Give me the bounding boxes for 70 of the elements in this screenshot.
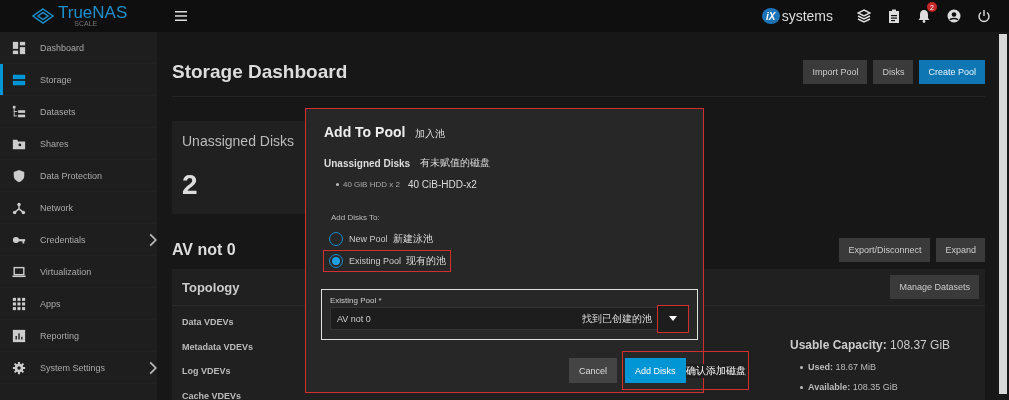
sidebar-item[interactable]: Datasets bbox=[0, 96, 157, 128]
caret-icon bbox=[669, 316, 677, 321]
vdev-label: Log VDEVs bbox=[182, 365, 231, 379]
dashboard-icon bbox=[12, 40, 26, 55]
layers-icon[interactable] bbox=[857, 9, 871, 23]
vdev-label: Cache VDEVs bbox=[182, 389, 242, 400]
card-title: Topology bbox=[182, 279, 240, 295]
radio-option[interactable]: New Pool 新建泳池 bbox=[324, 229, 437, 249]
scrollbar[interactable] bbox=[999, 34, 1007, 394]
disk-label: 40 GiB HDD x 2 bbox=[343, 179, 400, 189]
pool-action-button[interactable]: Export/Disconnect bbox=[839, 238, 931, 262]
sidebar-item[interactable]: Storage bbox=[0, 64, 157, 96]
annotation-note: 有未赋值的磁盘 bbox=[420, 156, 491, 170]
bullet-icon bbox=[336, 182, 339, 186]
annotation-note: 加入池 bbox=[415, 127, 446, 141]
vendor-name: systems bbox=[781, 8, 833, 24]
annotation-note: 新建泳池 bbox=[392, 232, 433, 246]
grid-icon bbox=[12, 296, 26, 311]
field-label: Add Disks To: bbox=[331, 211, 380, 224]
option-label[interactable]: Existing Pool bbox=[349, 256, 402, 266]
sidebar-item[interactable]: Data Protection bbox=[0, 160, 157, 192]
logo-icon bbox=[32, 8, 54, 24]
sidebar-item[interactable]: Credentials bbox=[0, 224, 157, 256]
annotation-note: 找到已创建的池 bbox=[582, 311, 652, 326]
disk-count: 2 bbox=[182, 169, 199, 201]
pool-select[interactable]: AV not 0 找到已创建的池 bbox=[330, 307, 689, 330]
chart-icon bbox=[12, 328, 26, 343]
annotation-note: 现有的池 bbox=[406, 254, 447, 268]
pool-action-button[interactable]: Expand bbox=[936, 238, 985, 262]
laptop-icon bbox=[12, 264, 26, 279]
capacity-detail: Used: 18.67 MiB bbox=[808, 362, 877, 372]
sidebar-item[interactable]: Shares bbox=[0, 128, 157, 160]
option-label[interactable]: New Pool bbox=[349, 234, 388, 244]
page-title: Storage Dashboard bbox=[172, 61, 349, 83]
dialog-title: Add To Pool bbox=[324, 124, 406, 140]
brand-name: TrueNAS bbox=[58, 5, 128, 20]
sidebar-item[interactable]: Virtualization bbox=[0, 256, 157, 288]
settings-icon bbox=[12, 360, 26, 375]
account-icon[interactable] bbox=[947, 9, 961, 23]
power-icon[interactable] bbox=[977, 9, 991, 23]
create-pool-button[interactable]: Create Pool bbox=[919, 60, 985, 84]
pool-name: AV not 0 bbox=[172, 241, 237, 259]
sidebar-item[interactable]: Network bbox=[0, 192, 157, 224]
toolbar-button[interactable]: Disks bbox=[873, 60, 914, 84]
tree-icon bbox=[12, 104, 26, 119]
storage-icon bbox=[12, 72, 26, 87]
shield-icon bbox=[12, 168, 26, 183]
bullet-icon bbox=[800, 385, 803, 389]
manage-datasets-button[interactable]: Manage Datasets bbox=[890, 275, 979, 299]
sidebar-item[interactable]: Dashboard bbox=[0, 32, 157, 64]
bell-icon[interactable] bbox=[917, 9, 931, 23]
card-title: Unassigned Disks bbox=[182, 133, 296, 149]
annotation-note: 40 CiB-HDD-x2 bbox=[407, 178, 477, 190]
usable-capacity: Usable Capacity: 108.37 GiB bbox=[790, 338, 952, 352]
vdev-label: Data VDEVs bbox=[182, 316, 234, 330]
vdev-label: Metadata VDEVs bbox=[182, 340, 254, 354]
toolbar-button[interactable]: Import Pool bbox=[803, 60, 868, 84]
vendor-mark: iX bbox=[761, 8, 780, 24]
clipboard-icon[interactable] bbox=[887, 9, 901, 23]
bullet-icon bbox=[800, 365, 803, 369]
cancel-button[interactable]: Cancel bbox=[569, 358, 617, 383]
capacity-detail: Available: 108.35 GiB bbox=[808, 382, 898, 392]
dropdown-caret-button[interactable] bbox=[658, 305, 688, 332]
sidebar-item[interactable]: Apps bbox=[0, 288, 157, 320]
section-title: Unassigned Disks bbox=[324, 157, 411, 169]
sidebar-item[interactable]: Reporting bbox=[0, 320, 157, 352]
network-icon bbox=[12, 200, 26, 215]
sidebar-item[interactable]: System Settings bbox=[0, 352, 157, 384]
field-label: Existing Pool * bbox=[330, 294, 383, 307]
menu-icon[interactable] bbox=[175, 11, 187, 21]
